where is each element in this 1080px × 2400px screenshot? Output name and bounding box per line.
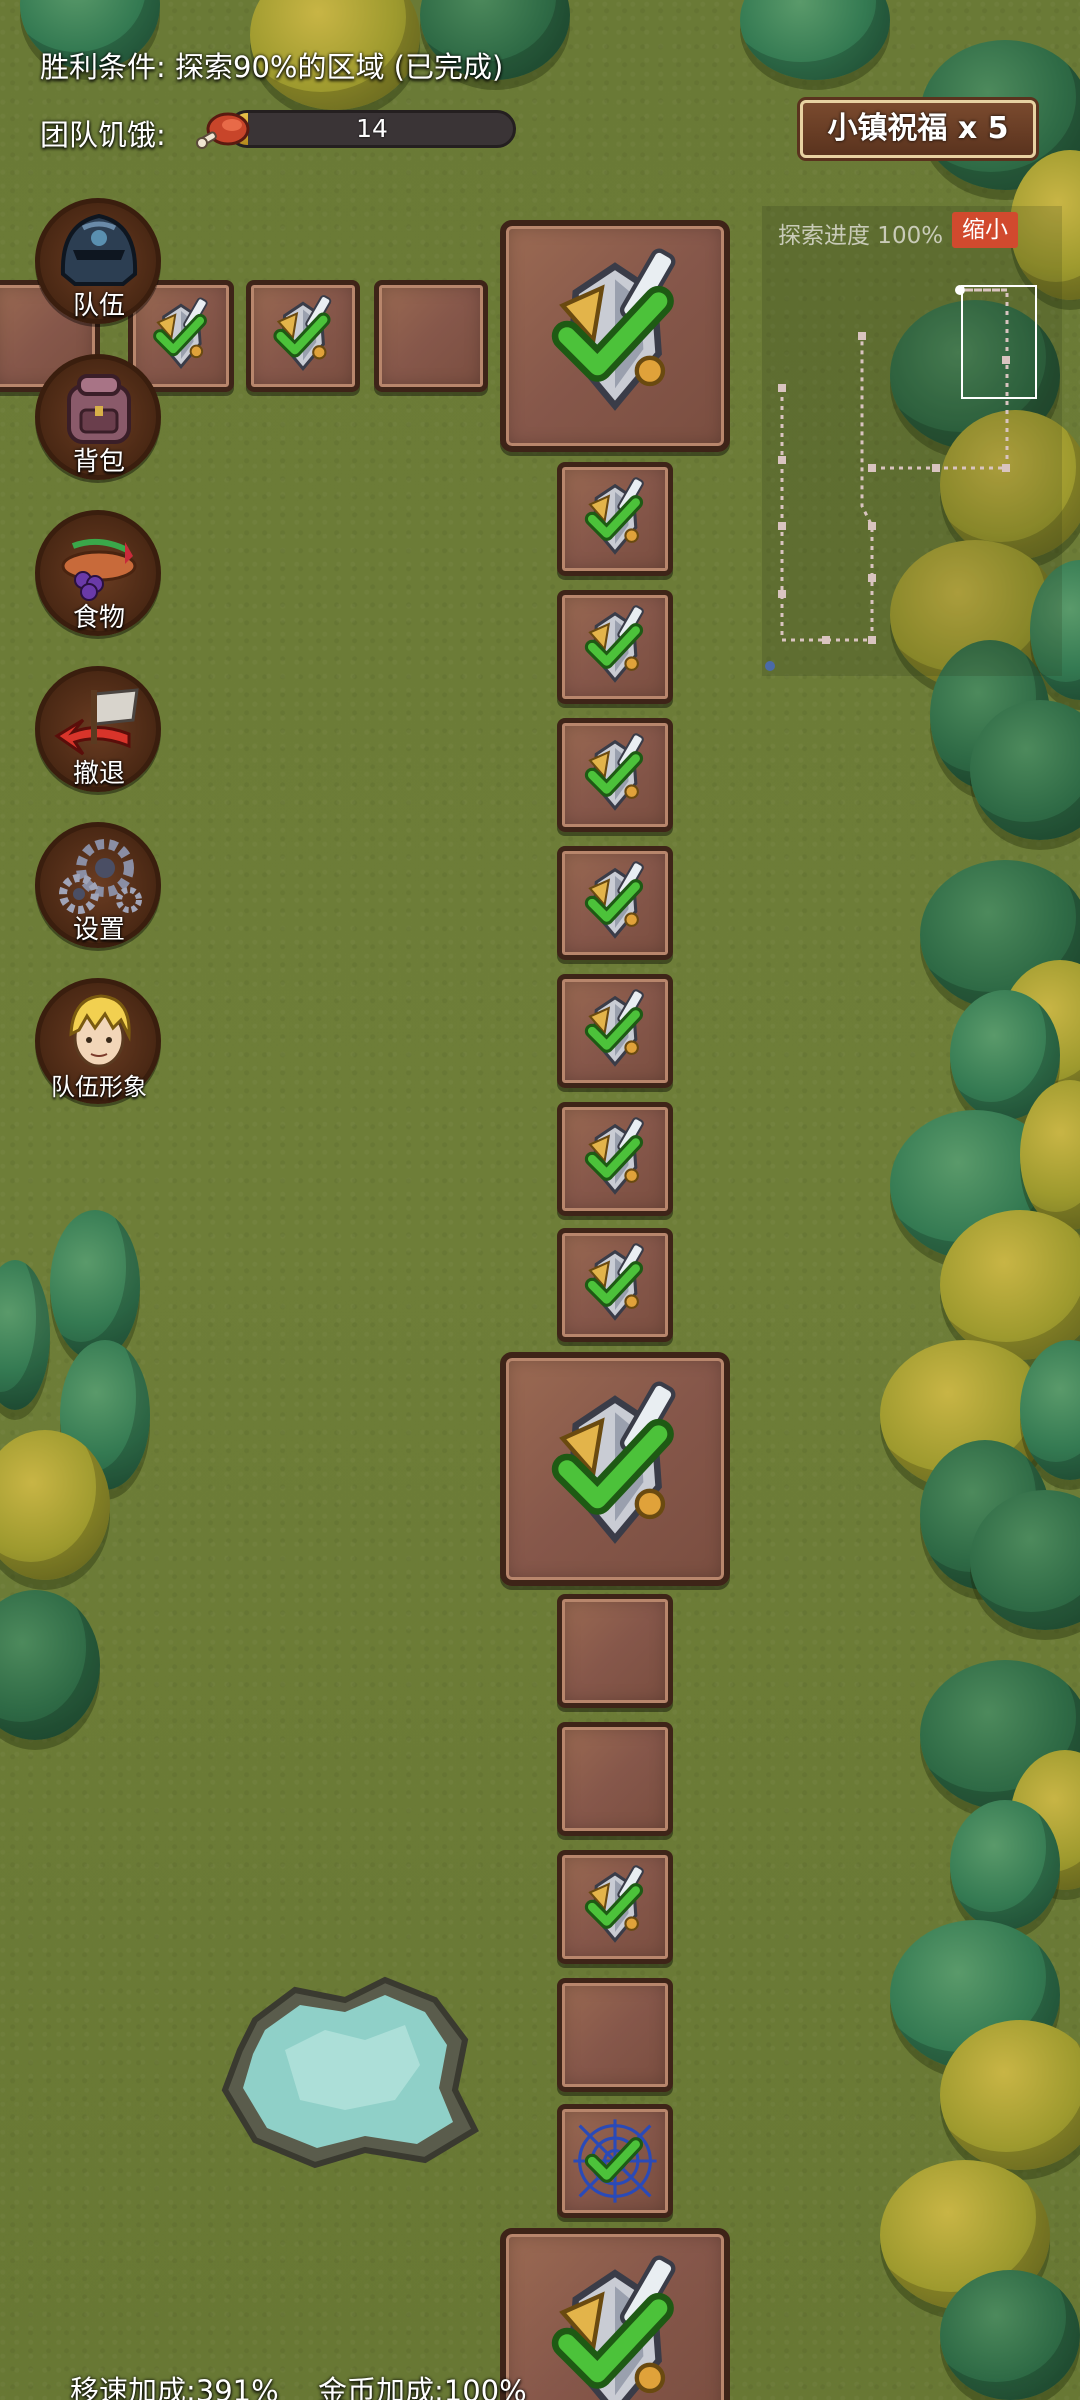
path-tile-large-cleared[interactable] — [500, 220, 730, 452]
tree — [0, 1260, 50, 1410]
path-tile-cleared[interactable] — [557, 590, 673, 704]
minimap-shrink-button[interactable]: 缩小 — [952, 212, 1018, 248]
sword-check-icon — [562, 467, 668, 571]
victory-condition: 胜利条件: 探索90%的区域 (已完成) — [40, 50, 504, 84]
hunger-bar: 14 — [228, 110, 516, 148]
hunger-value: 14 — [356, 114, 388, 143]
path-tile-cleared[interactable] — [557, 718, 673, 832]
gold-bonus: 金币加成:100% — [318, 2374, 527, 2400]
sword-check-icon — [562, 1855, 668, 1959]
sword-check-icon — [506, 226, 724, 446]
tree — [940, 2270, 1080, 2400]
path-tile-cleared[interactable] — [557, 974, 673, 1088]
path-tile-cleared[interactable] — [557, 462, 673, 576]
menu-backpack-button[interactable]: 背包 — [33, 352, 165, 484]
minimap-path — [765, 285, 1037, 671]
menu-food-button[interactable]: 食物 — [33, 508, 165, 640]
sword-check-icon — [562, 1233, 668, 1337]
path-tile-cleared[interactable] — [557, 1102, 673, 1216]
menu-settings-label: 设置 — [72, 915, 125, 945]
sword-check-icon — [562, 979, 668, 1083]
menu-avatar-label: 队伍形象 — [51, 1073, 147, 1101]
path-tile-large-cleared[interactable] — [500, 1352, 730, 1586]
sword-check-icon — [562, 723, 668, 827]
tree — [940, 1210, 1080, 1360]
sword-check-icon — [506, 2234, 724, 2400]
menu-settings-button[interactable]: 设置 — [33, 820, 165, 952]
path-tile-cleared[interactable] — [246, 280, 360, 392]
sword-check-icon — [562, 595, 668, 699]
path-tile-cleared[interactable] — [557, 846, 673, 960]
move-speed-bonus: 移速加成:391% — [70, 2374, 279, 2400]
tree — [50, 1210, 140, 1360]
sword-check-icon — [562, 1107, 668, 1211]
path-tile[interactable] — [374, 280, 488, 392]
menu-retreat-label: 撤退 — [72, 759, 125, 789]
path-tile-cleared[interactable] — [557, 1228, 673, 1342]
path-tile[interactable] — [557, 1594, 673, 1708]
menu-team-button[interactable]: 队伍 — [33, 196, 165, 328]
town-blessing-badge[interactable]: 小镇祝福 x 5 — [800, 100, 1036, 158]
menu-backpack-label: 背包 — [72, 447, 125, 477]
sword-check-icon — [506, 1358, 724, 1580]
sword-check-icon — [251, 285, 355, 387]
tree — [950, 1800, 1060, 1930]
meat-icon — [196, 112, 250, 149]
spider-web-check-icon — [562, 2109, 668, 2213]
tree — [940, 2020, 1080, 2170]
pond — [221, 1976, 479, 2169]
path-tile[interactable] — [557, 1722, 673, 1836]
path-tile-cleared[interactable] — [557, 1850, 673, 1964]
exploration-progress: 探索进度 100% — [778, 223, 944, 249]
sword-check-icon — [562, 851, 668, 955]
menu-team-label: 队伍 — [72, 291, 125, 321]
path-tile-cleared[interactable] — [557, 2104, 673, 2218]
menu-avatar-button[interactable]: 队伍形象 — [33, 976, 165, 1108]
hero-portrait-icon — [69, 994, 131, 1068]
menu-retreat-button[interactable]: 撤退 — [33, 664, 165, 796]
menu-food-label: 食物 — [72, 603, 125, 633]
tree — [740, 0, 890, 80]
tree — [0, 1590, 100, 1740]
path-tile[interactable] — [557, 1978, 673, 2092]
minimap[interactable] — [762, 206, 1062, 676]
hunger-label: 团队饥饿: — [40, 118, 166, 152]
path-tile-large-cleared[interactable] — [500, 2228, 730, 2400]
